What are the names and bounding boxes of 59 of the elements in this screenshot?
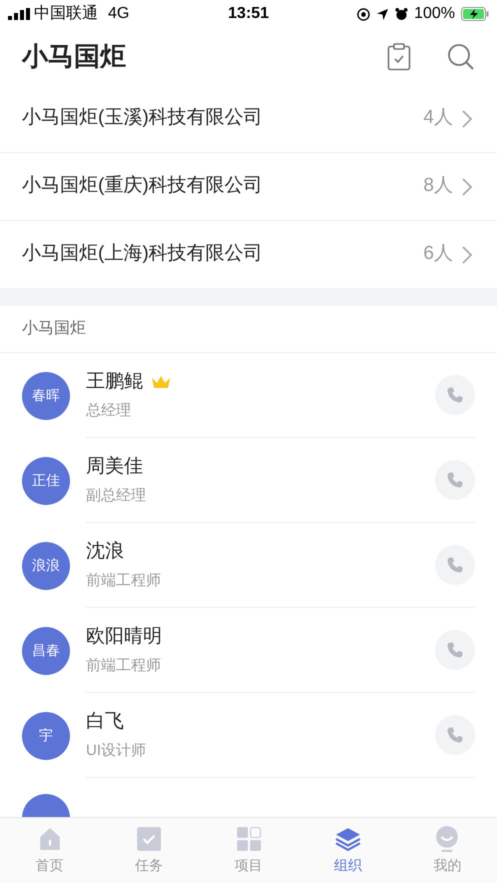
- carrier-name: 中国联通: [34, 4, 98, 24]
- company-name: 小马国炬(重庆)科技有限公司: [22, 174, 264, 198]
- battery-percent: 100%: [414, 4, 455, 24]
- layers-icon: [334, 826, 361, 852]
- chevron-right-icon: [461, 108, 473, 128]
- avatar: 昌春: [22, 626, 70, 674]
- member-role: 总经理: [86, 401, 132, 421]
- grid-icon: [236, 826, 262, 852]
- member-count: 4人: [423, 106, 453, 130]
- location-arrow-icon: [376, 8, 390, 20]
- tab-item[interactable]: 组织: [298, 818, 398, 883]
- crown-icon: [151, 374, 171, 390]
- phone-button[interactable]: [435, 630, 475, 670]
- chevron-right-icon: [461, 176, 473, 196]
- page-title: 小马国炬: [22, 40, 126, 73]
- smile-icon: [434, 826, 460, 852]
- phone-icon: [446, 386, 464, 404]
- member-role: 副总经理: [86, 486, 147, 506]
- network-type: 4G: [108, 4, 130, 24]
- clipboard-check-icon[interactable]: [387, 42, 411, 70]
- chevron-right-icon: [461, 244, 473, 264]
- member-count: 8人: [423, 174, 453, 198]
- phone-button[interactable]: [435, 545, 475, 585]
- avatar: 宇: [22, 712, 70, 760]
- battery-charging-icon: [460, 7, 489, 21]
- section-title: 小马国炬: [22, 318, 86, 339]
- company-name: 小马国炬(玉溪)科技有限公司: [22, 106, 264, 130]
- member-row[interactable]: 昌春 欧阳晴明 前端工程师: [0, 608, 497, 693]
- clock-time: 13:51: [228, 4, 269, 24]
- avatar: 春晖: [22, 372, 70, 420]
- phone-icon: [446, 726, 464, 744]
- phone-icon: [446, 471, 464, 489]
- member-name: 沈浪: [86, 540, 124, 564]
- phone-icon: [446, 641, 464, 659]
- lock-rotation-icon: [357, 8, 370, 20]
- member-row[interactable]: 正佳 周美佳 副总经理: [0, 438, 497, 523]
- member-name: 王鹏鲲: [86, 370, 143, 394]
- phone-button[interactable]: [435, 375, 475, 415]
- phone-button[interactable]: [435, 715, 475, 755]
- member-role: 前端工程师: [86, 571, 162, 591]
- member-name: 周美佳: [86, 454, 143, 478]
- member-role: 前端工程师: [86, 656, 162, 676]
- member-name: 白飞: [86, 710, 124, 734]
- avatar: 浪浪: [22, 542, 70, 590]
- member-count: 6人: [423, 242, 453, 266]
- member-row[interactable]: 春晖 王鹏鲲 总经理: [0, 353, 497, 438]
- member-role: UI设计师: [86, 741, 147, 761]
- search-icon[interactable]: [447, 42, 475, 70]
- company-name: 小马国炬(上海)科技有限公司: [22, 242, 264, 266]
- member-row[interactable]: 宇 白飞 UI设计师: [0, 693, 497, 778]
- company-row[interactable]: 小马国炬(玉溪)科技有限公司 4人: [0, 85, 497, 153]
- avatar: 正佳: [22, 456, 70, 504]
- phone-button[interactable]: [435, 460, 475, 500]
- checkbox-icon: [136, 826, 162, 852]
- member-name: 欧阳晴明: [86, 624, 162, 648]
- phone-icon: [446, 556, 464, 574]
- signal-icon: [8, 8, 30, 20]
- member-row[interactable]: 浪浪 沈浪 前端工程师: [0, 523, 497, 608]
- company-row[interactable]: 小马国炬(重庆)科技有限公司 8人: [0, 153, 497, 221]
